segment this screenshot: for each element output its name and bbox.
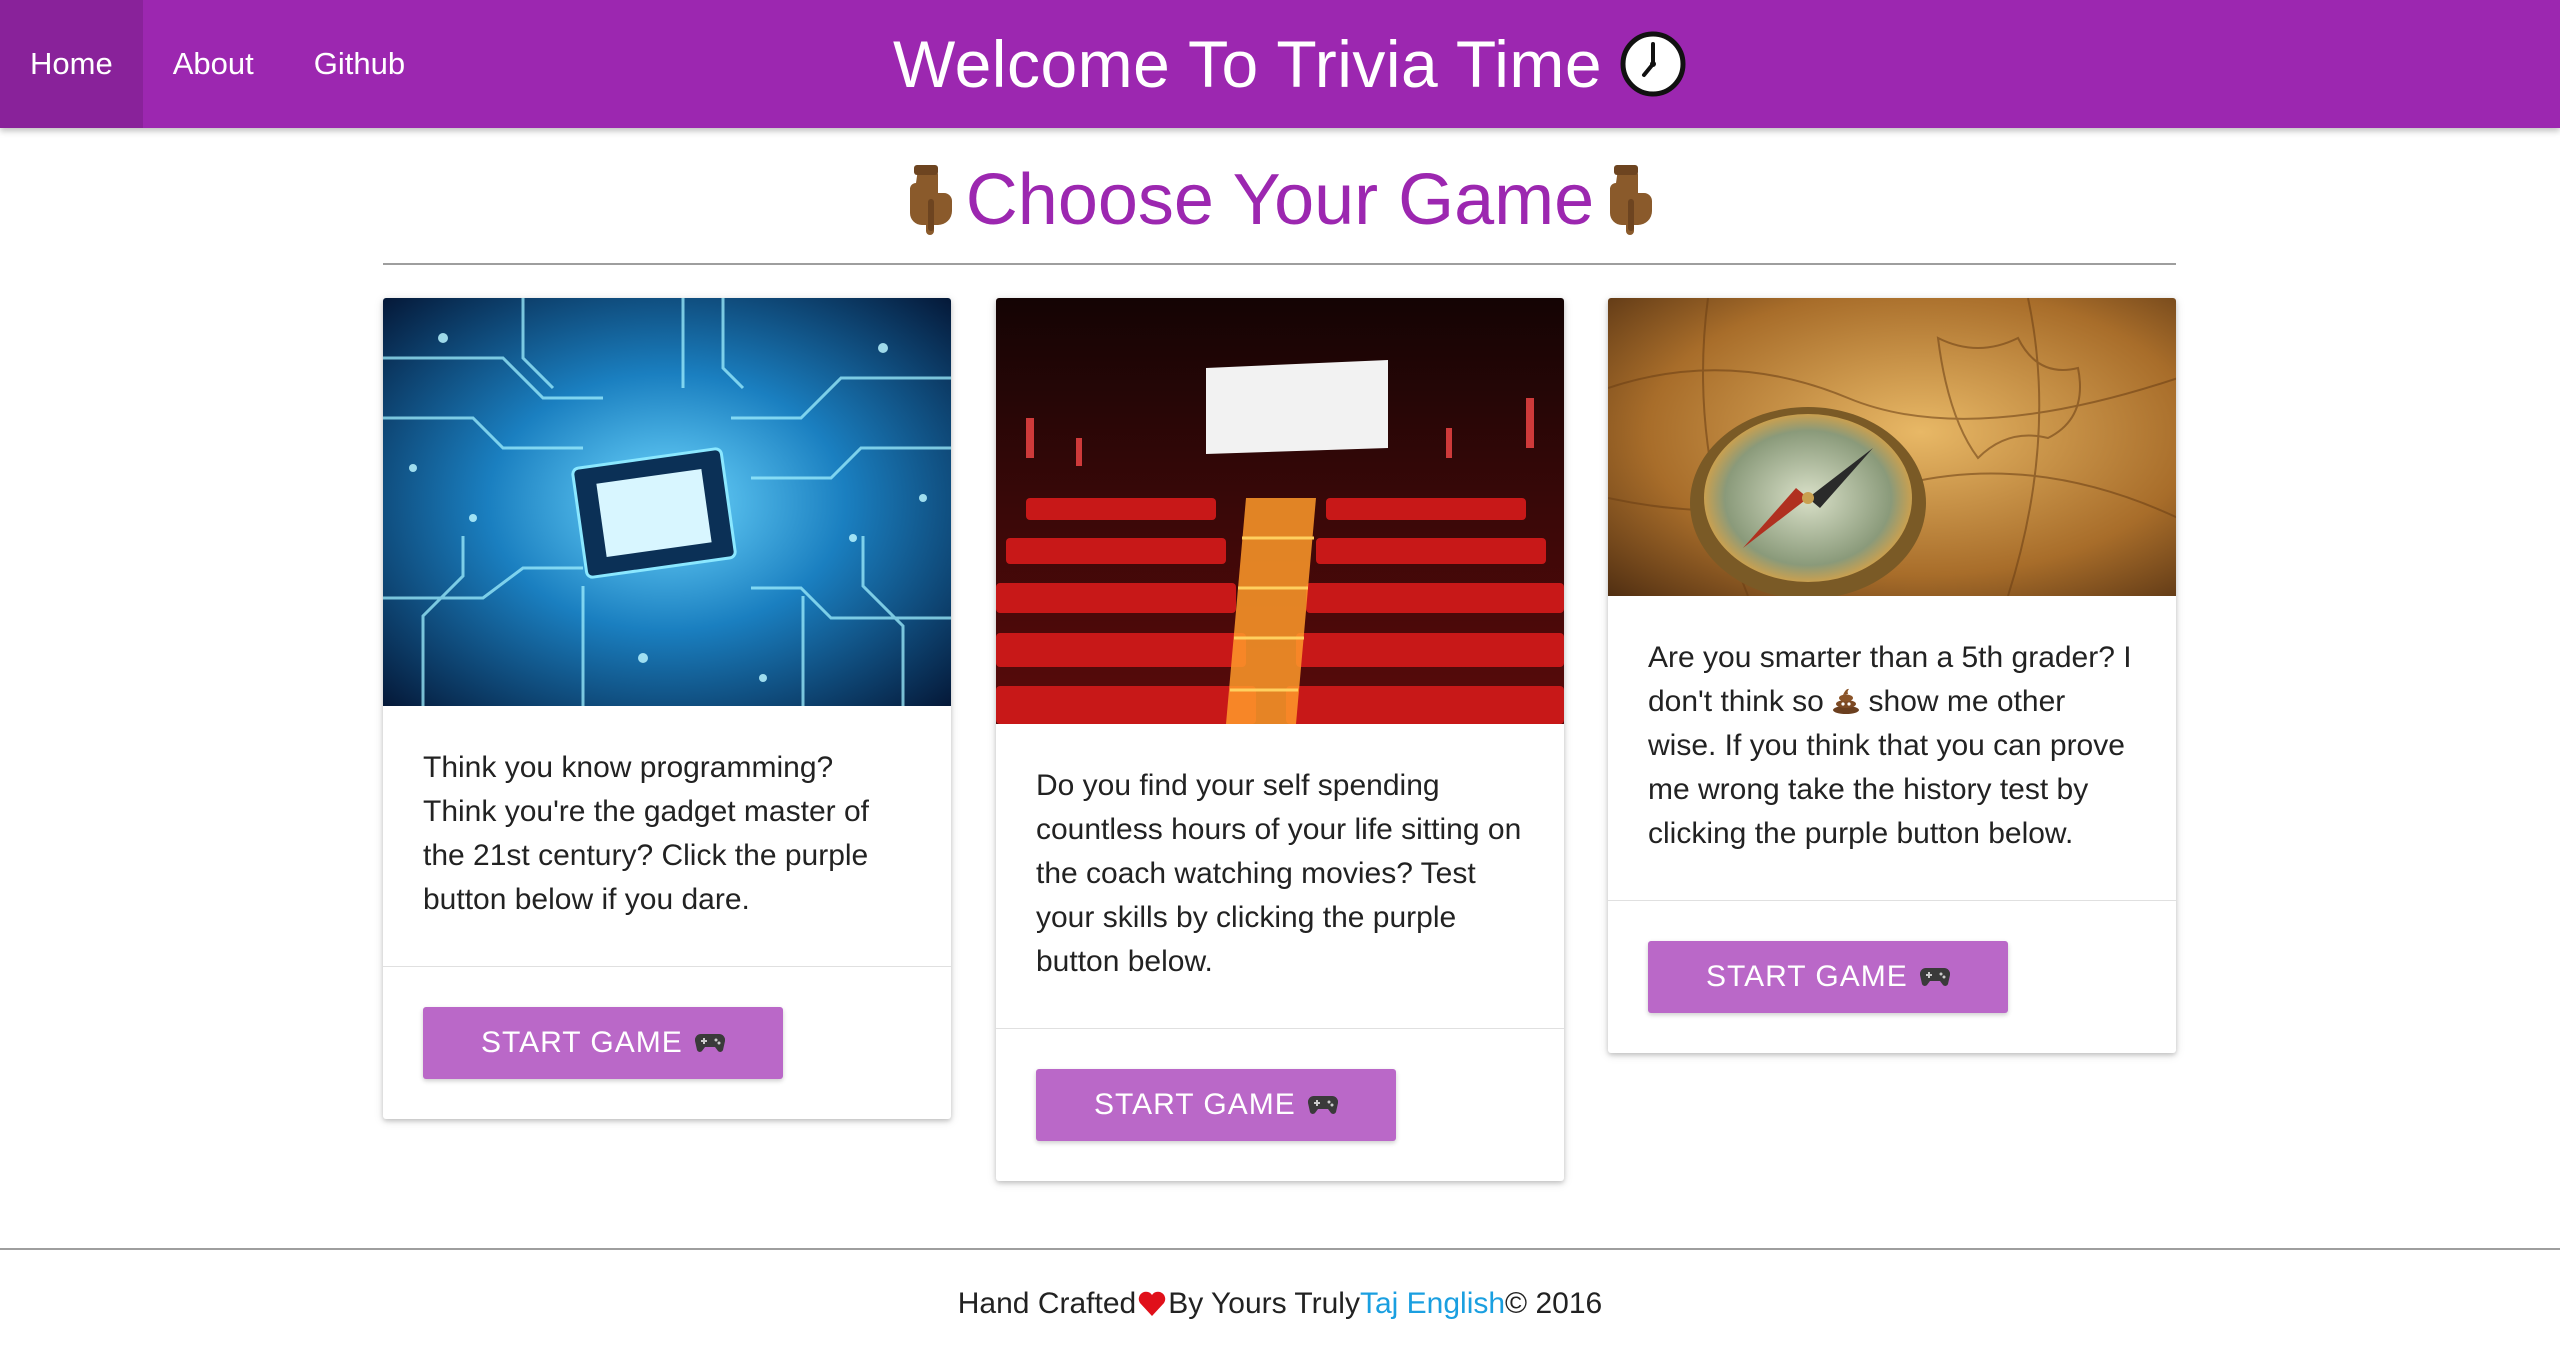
brand[interactable]: Welcome To Trivia Time — [893, 0, 1686, 128]
card-programming: Think you know programming? Think you're… — [383, 298, 951, 1119]
card-description: Think you know programming? Think you're… — [423, 751, 869, 916]
start-game-button[interactable]: START GAME — [1036, 1069, 1396, 1141]
button-label: START GAME — [1706, 960, 1908, 993]
pointing-down-icon — [909, 165, 952, 235]
pointing-down-icon — [1610, 165, 1653, 235]
footer-divider — [0, 1248, 2560, 1250]
nav-home-link[interactable]: Home — [0, 0, 143, 128]
start-game-button[interactable]: START GAME — [1648, 941, 2008, 1013]
compass-map-image — [1608, 298, 2176, 596]
pile-of-poo-icon — [1833, 688, 1860, 714]
page-title: Choose Your Game — [965, 160, 1595, 240]
movie-theater-image — [996, 298, 1564, 724]
footer-middle: By Yours Truly — [1168, 1287, 1360, 1320]
heading-divider — [383, 263, 2176, 265]
brand-title: Welcome To Trivia Time — [893, 27, 1603, 101]
start-game-button[interactable]: START GAME — [423, 1007, 783, 1079]
heart-icon — [1138, 1291, 1166, 1316]
card-movies: Do you find your self spending countless… — [996, 298, 1564, 1181]
game-controller-icon — [694, 1033, 725, 1052]
card-history: Are you smarter than a 5th grader? I don… — [1608, 298, 2176, 1053]
circuit-board-image — [383, 298, 951, 706]
card-action: START GAME — [383, 966, 951, 1119]
nav-github-link[interactable]: Github — [284, 0, 435, 128]
footer-copyright: © 2016 — [1505, 1287, 1603, 1320]
card-description: Are you smarter than a 5th grader? I don… — [1608, 596, 2176, 900]
author-link[interactable]: Taj English — [1360, 1287, 1505, 1321]
card-description: Do you find your self spending countless… — [1036, 769, 1522, 978]
footer: Hand Crafted By Yours Truly Taj English … — [0, 1282, 2560, 1326]
footer-prefix: Hand Crafted — [957, 1287, 1137, 1320]
card-action: START GAME — [1608, 900, 2176, 1053]
nav-about-link[interactable]: About — [143, 0, 284, 128]
button-label: START GAME — [481, 1026, 683, 1059]
game-controller-icon — [1307, 1095, 1338, 1114]
nav-links: Home About Github — [0, 0, 435, 128]
clock-icon — [1620, 31, 1686, 97]
game-controller-icon — [1919, 967, 1950, 986]
top-navbar: Home About Github Welcome To Trivia Time — [0, 0, 2560, 128]
section-heading: Choose Your Game — [0, 150, 2560, 250]
card-action: START GAME — [996, 1028, 1564, 1181]
button-label: START GAME — [1094, 1088, 1296, 1121]
